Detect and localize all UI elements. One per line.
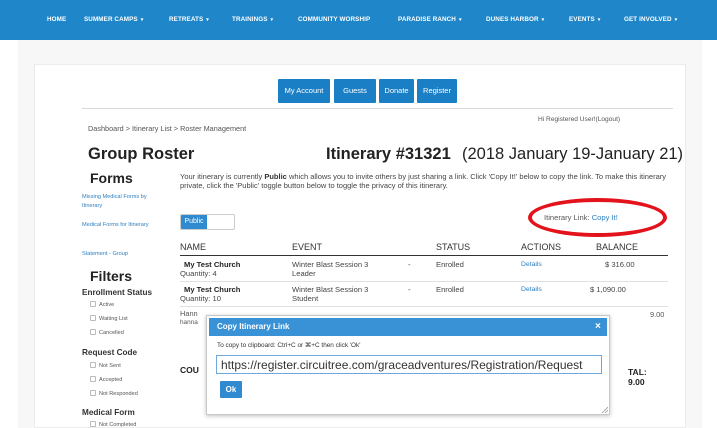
divider xyxy=(82,108,673,109)
nav-item-retreats[interactable]: RETREATS ▾ xyxy=(169,0,209,40)
table-header-divider xyxy=(180,255,668,256)
caret-down-icon: ▾ xyxy=(458,17,462,23)
row-details-link[interactable]: Details xyxy=(521,285,542,294)
nav-item-community-worship[interactable]: COMMUNITY WORSHIP xyxy=(298,0,370,40)
filters-heading: Filters xyxy=(90,268,133,284)
filter-group-heading: Request Code xyxy=(82,348,138,357)
caret-down-icon: ▾ xyxy=(674,17,678,23)
caret-down-icon: ▾ xyxy=(270,17,274,23)
welcome-logout[interactable]: Hi Registered User!(Logout) xyxy=(538,116,620,123)
nav-item-summer-camps[interactable]: SUMMER CAMPS ▾ xyxy=(84,0,143,40)
dialog-title: Copy Itinerary Link xyxy=(217,322,290,331)
resize-grip-icon[interactable] xyxy=(601,406,608,413)
filter-not-responded-checkbox[interactable]: Not Responded xyxy=(90,390,138,397)
column-header-name: NAME xyxy=(180,242,207,252)
caret-down-icon: ▾ xyxy=(541,17,545,23)
itinerary-dates: (2018 January 19-January 21) xyxy=(462,145,684,163)
row-event: Winter Blast Session 3 Leader xyxy=(292,260,369,278)
nav-item-trainings[interactable]: TRAININGS ▾ xyxy=(232,0,273,40)
row-event: Winter Blast Session 3 Student xyxy=(292,285,369,303)
caret-down-icon: ▾ xyxy=(597,17,601,23)
row-status: Enrolled xyxy=(436,260,464,269)
row-dash: - xyxy=(408,285,411,294)
forms-heading: Forms xyxy=(90,170,133,186)
filter-not-completed-checkbox[interactable]: Not Completed xyxy=(90,421,136,428)
obscured-total-label: TAL: xyxy=(628,367,647,377)
nav-item-home[interactable]: HOME xyxy=(47,0,66,40)
column-header-balance: BALANCE xyxy=(596,242,639,252)
row-balance: $ 316.00 xyxy=(605,260,635,269)
link-missing-medical-forms[interactable]: Missing Medical Forms by Itinerary xyxy=(82,193,166,211)
privacy-description: Your itinerary is currently Public which… xyxy=(180,172,667,191)
obscured-row-sub: hanna xyxy=(180,319,198,326)
row-divider xyxy=(180,281,668,282)
itinerary-url-field[interactable]: https://register.circuitree.com/graceadv… xyxy=(216,355,602,374)
filter-not-sent-checkbox[interactable]: Not Sent xyxy=(90,362,121,369)
column-header-actions: ACTIONS xyxy=(521,242,562,252)
register-button[interactable]: Register xyxy=(417,79,457,103)
caret-down-icon: ▾ xyxy=(140,17,144,23)
checkbox-icon xyxy=(90,301,96,307)
checkbox-icon xyxy=(90,329,96,335)
filter-group-heading: Medical Form xyxy=(82,408,135,417)
ok-button[interactable]: Ok xyxy=(220,381,242,398)
row-dash: - xyxy=(408,260,411,269)
close-icon[interactable]: × xyxy=(595,320,601,334)
nav-item-paradise-ranch[interactable]: PARADISE RANCH ▾ xyxy=(398,0,462,40)
filter-group-heading: Enrollment Status xyxy=(82,288,153,297)
column-header-status: STATUS xyxy=(436,242,471,252)
itinerary-number: Itinerary #31321 xyxy=(326,145,451,163)
highlight-annotation xyxy=(528,198,667,237)
row-status: Enrolled xyxy=(436,285,464,294)
row-quantity: Quantity: 4 xyxy=(180,269,217,278)
checkbox-icon xyxy=(90,315,96,321)
row-details-link[interactable]: Details xyxy=(521,260,542,269)
filter-active-checkbox[interactable]: Active xyxy=(90,301,114,308)
row-name: My Test Church xyxy=(184,260,241,269)
nav-item-dunes-harbor[interactable]: DUNES HARBOR ▾ xyxy=(486,0,544,40)
obscured-row-name: Hann xyxy=(180,309,198,318)
guests-button[interactable]: Guests xyxy=(334,79,376,103)
toggle-label: Public xyxy=(181,215,207,229)
nav-item-events[interactable]: EVENTS ▾ xyxy=(569,0,600,40)
public-toggle[interactable]: Public xyxy=(180,214,235,230)
checkbox-icon xyxy=(90,390,96,396)
caret-down-icon: ▾ xyxy=(206,17,209,23)
filter-waiting-list-checkbox[interactable]: Waiting List xyxy=(90,315,128,322)
breadcrumb[interactable]: Dashboard > Itinerary List > Roster Mana… xyxy=(88,124,246,133)
row-balance: $ 1,090.00 xyxy=(590,285,626,294)
checkbox-icon xyxy=(90,421,96,427)
column-header-event: EVENT xyxy=(292,242,323,252)
link-medical-forms-itinerary[interactable]: Medical Forms for Itinerary xyxy=(82,221,154,230)
obscured-total-value: 9.00 xyxy=(628,377,645,387)
copy-link-dialog: Copy Itinerary Link × To copy to clipboa… xyxy=(206,315,610,415)
checkbox-icon xyxy=(90,362,96,368)
my-account-button[interactable]: My Account xyxy=(278,79,330,103)
donate-button[interactable]: Donate xyxy=(379,79,414,103)
filter-accepted-checkbox[interactable]: Accepted xyxy=(90,376,122,383)
nav-item-get-involved[interactable]: GET INVOLVED ▾ xyxy=(624,0,677,40)
page-title: Group Roster xyxy=(88,145,195,163)
filter-cancelled-checkbox[interactable]: Cancelled xyxy=(90,329,124,336)
obscured-balance: 9.00 xyxy=(650,310,665,319)
link-statement-group[interactable]: Statement - Group xyxy=(82,250,166,259)
dialog-titlebar[interactable]: Copy Itinerary Link × xyxy=(209,318,607,336)
obscured-count-label: COU xyxy=(180,365,199,375)
dialog-hint: To copy to clipboard: Ctrl+C or ⌘+C then… xyxy=(217,342,361,349)
row-quantity: Quantity: 10 xyxy=(180,294,221,303)
row-divider xyxy=(180,306,668,307)
row-name: My Test Church xyxy=(184,285,241,294)
checkbox-icon xyxy=(90,376,96,382)
top-nav: HOME SUMMER CAMPS ▾ RETREATS ▾ TRAININGS ▾ … xyxy=(0,0,717,40)
